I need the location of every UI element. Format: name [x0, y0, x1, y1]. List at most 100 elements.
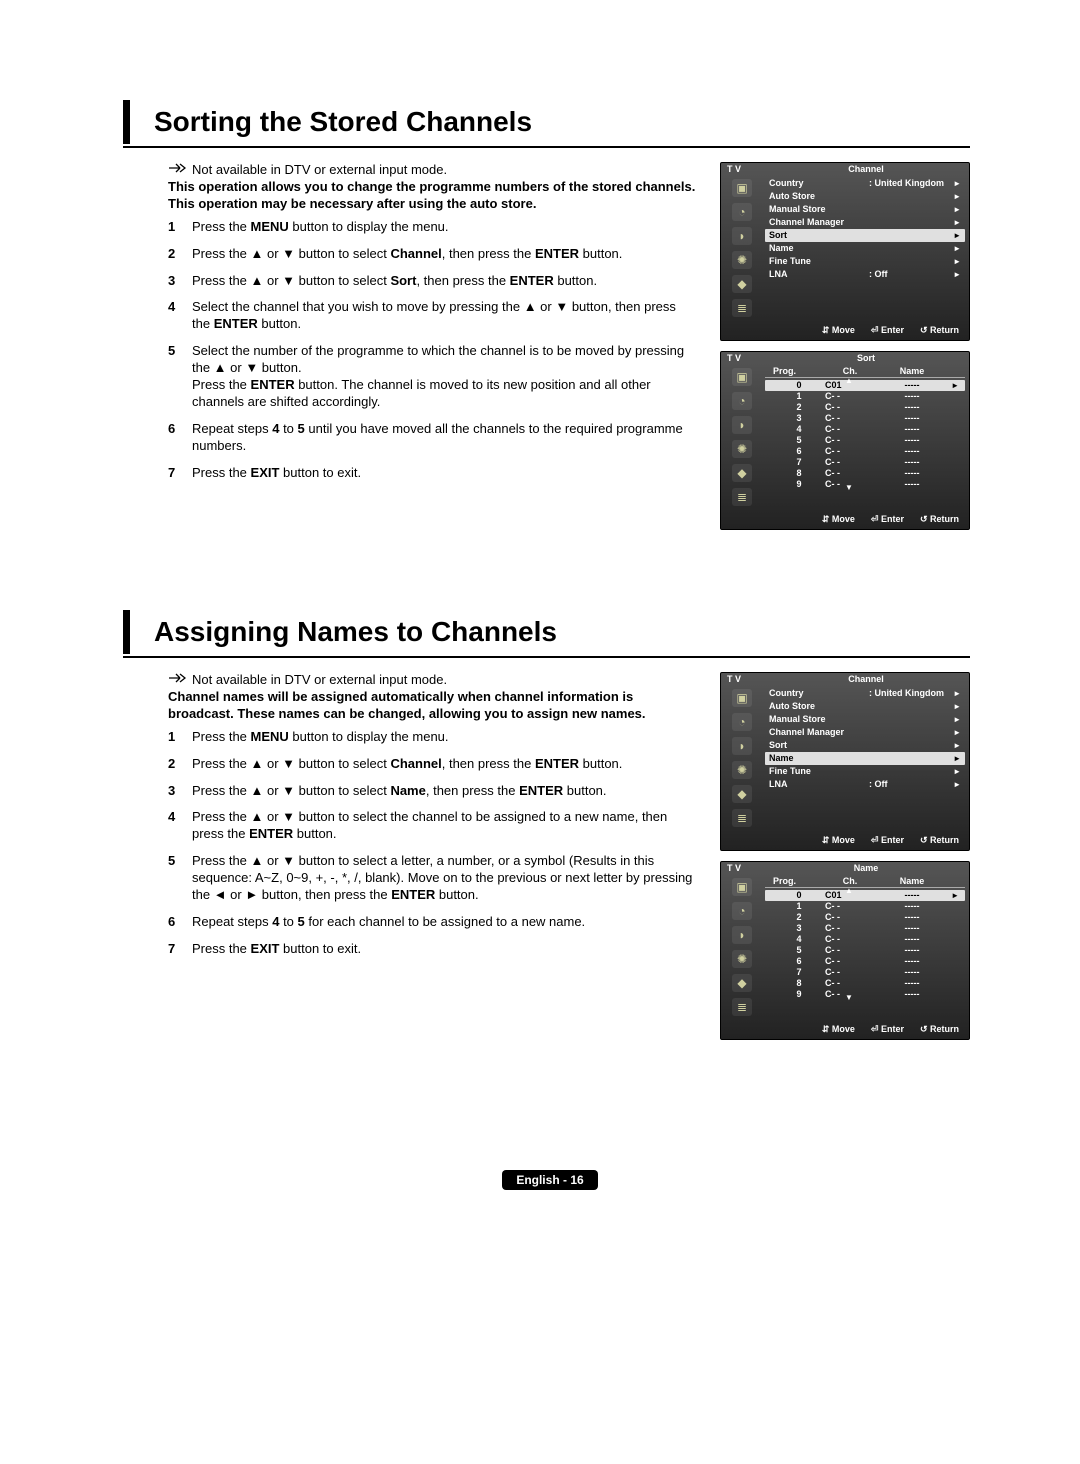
osd-side-icon: ◗: [732, 227, 752, 245]
osd-table: Prog.Ch.Name▲0C01-----►1C- ------2C- ---…: [763, 364, 969, 510]
osd-table-row[interactable]: 5C- ------: [765, 945, 965, 956]
chevron-right-icon: ►: [951, 242, 961, 255]
chevron-right-icon: ►: [951, 216, 961, 229]
step-item: Press the ▲ or ▼ button to select the ch…: [168, 809, 696, 843]
osd-table: Prog.Ch.Name▲0C01-----►1C- ------2C- ---…: [763, 874, 969, 1020]
osd-enter-hint: ⏎ Enter: [871, 835, 904, 846]
osd-return-hint: ↺ Return: [920, 325, 959, 336]
osd-side-icon: ▣: [732, 368, 752, 386]
osd-table-row[interactable]: 9C- ------: [765, 989, 965, 1000]
osd-menu-item[interactable]: Fine Tune►: [765, 765, 965, 778]
osd-table-row[interactable]: 2C- ------: [765, 402, 965, 413]
chevron-right-icon: ►: [951, 752, 961, 765]
section-intro: Channel names will be assigned automatic…: [168, 689, 696, 723]
osd-footer: ⇵ Move⏎ Enter↺ Return: [721, 831, 969, 850]
section-title-wrap: Sorting the Stored Channels: [123, 100, 970, 148]
osd-side-icon: ◆: [732, 464, 752, 482]
osd-move-hint: ⇵ Move: [822, 514, 855, 525]
osd-menu-list: Country: United Kingdom►Auto Store►Manua…: [763, 685, 969, 831]
osd-side-icon: ▣: [732, 179, 752, 197]
osd-table-row[interactable]: 3C- ------: [765, 413, 965, 424]
note-line: Not available in DTV or external input m…: [168, 162, 696, 177]
step-item: Press the ▲ or ▼ button to select Channe…: [168, 756, 696, 773]
osd-table-row[interactable]: 1C- ------: [765, 901, 965, 912]
osd-table-row[interactable]: 9C- ------: [765, 479, 965, 490]
osd-table-row[interactable]: 6C- ------: [765, 956, 965, 967]
osd-table-row[interactable]: 7C- ------: [765, 967, 965, 978]
osd-table-menu: T VSort▣◔◗✺◆≣Prog.Ch.Name▲0C01-----►1C- …: [720, 351, 970, 530]
osd-menu-label: LNA: [769, 268, 869, 281]
osd-table-row[interactable]: 1C- ------: [765, 391, 965, 402]
note-arrow-icon: [168, 672, 186, 684]
page-number: English - 16: [502, 1170, 597, 1190]
step-item: Press the MENU button to display the men…: [168, 219, 696, 236]
title-bar-icon: [123, 100, 130, 144]
osd-title: Channel: [763, 674, 969, 684]
step-item: Press the EXIT button to exit.: [168, 465, 696, 482]
osd-table-row[interactable]: 3C- ------: [765, 923, 965, 934]
osd-move-hint: ⇵ Move: [822, 325, 855, 336]
osd-menu-item[interactable]: Fine Tune►: [765, 255, 965, 268]
osd-tv-label: T V: [721, 863, 763, 873]
section-title-wrap: Assigning Names to Channels: [123, 610, 970, 658]
osd-menu-item[interactable]: Name►: [765, 752, 965, 765]
osd-side-icon: ◗: [732, 737, 752, 755]
title-bar-icon: [123, 610, 130, 654]
osd-menu-item[interactable]: LNA: Off►: [765, 268, 965, 281]
osd-table-row[interactable]: 0C01-----►: [765, 890, 965, 901]
osd-table-row[interactable]: 2C- ------: [765, 912, 965, 923]
osd-table-row[interactable]: 4C- ------: [765, 934, 965, 945]
osd-side-icon: ◗: [732, 926, 752, 944]
osd-menu-item[interactable]: Name►: [765, 242, 965, 255]
osd-menu-item[interactable]: Country: United Kingdom►: [765, 687, 965, 700]
osd-side-icon: ◆: [732, 785, 752, 803]
osd-menu-value: : United Kingdom: [869, 177, 951, 190]
osd-tv-label: T V: [721, 164, 763, 174]
osd-menu-item[interactable]: Auto Store►: [765, 190, 965, 203]
osd-table-row[interactable]: 0C01-----►: [765, 380, 965, 391]
chevron-right-icon: ►: [951, 190, 961, 203]
chevron-right-icon: ►: [951, 713, 961, 726]
osd-side-icon: ≣: [732, 998, 752, 1016]
step-item: Press the ▲ or ▼ button to select Name, …: [168, 783, 696, 800]
osd-channel-menu: T VChannel▣◔◗✺◆≣Country: United Kingdom►…: [720, 162, 970, 341]
osd-side-icons: ▣◔◗✺◆≣: [721, 175, 763, 321]
chevron-right-icon: ►: [951, 177, 961, 190]
osd-side-icons: ▣◔◗✺◆≣: [721, 874, 763, 1020]
osd-menu-item[interactable]: Sort►: [765, 739, 965, 752]
chevron-right-icon: ►: [951, 203, 961, 216]
osd-table-head: Prog.Ch.Name: [765, 876, 965, 887]
chevron-right-icon: ►: [951, 255, 961, 268]
osd-side-icon: ◔: [732, 902, 752, 920]
osd-menu-label: Manual Store: [769, 713, 869, 726]
osd-side-icon: ▣: [732, 878, 752, 896]
osd-table-row[interactable]: 5C- ------: [765, 435, 965, 446]
osd-footer: ⇵ Move⏎ Enter↺ Return: [721, 510, 969, 529]
osd-table-row[interactable]: 4C- ------: [765, 424, 965, 435]
osd-menu-item[interactable]: Channel Manager►: [765, 216, 965, 229]
osd-channel-menu: T VChannel▣◔◗✺◆≣Country: United Kingdom►…: [720, 672, 970, 851]
osd-footer: ⇵ Move⏎ Enter↺ Return: [721, 1020, 969, 1039]
osd-side-icon: ≣: [732, 299, 752, 317]
osd-menu-item[interactable]: Sort►: [765, 229, 965, 242]
step-item: Press the ▲ or ▼ button to select Sort, …: [168, 273, 696, 290]
osd-menu-item[interactable]: Manual Store►: [765, 203, 965, 216]
chevron-right-icon: ►: [951, 268, 961, 281]
osd-table-row[interactable]: 7C- ------: [765, 457, 965, 468]
osd-menu-item[interactable]: Country: United Kingdom►: [765, 177, 965, 190]
osd-side-icon: ✺: [732, 950, 752, 968]
osd-menu-label: Sort: [769, 739, 869, 752]
section-intro: This operation allows you to change the …: [168, 179, 696, 213]
osd-menu-item[interactable]: Manual Store ►: [765, 713, 965, 726]
osd-side-icon: ◆: [732, 275, 752, 293]
osd-menu-item[interactable]: LNA: Off►: [765, 778, 965, 791]
osd-table-row[interactable]: 6C- ------: [765, 446, 965, 457]
osd-menu-list: Country: United Kingdom►Auto Store►Manua…: [763, 175, 969, 321]
osd-menu-item[interactable]: Channel Manager►: [765, 726, 965, 739]
osd-menu-label: Country: [769, 687, 869, 700]
osd-menu-item[interactable]: Auto Store►: [765, 700, 965, 713]
osd-table-row[interactable]: 8C- ------: [765, 978, 965, 989]
osd-table-row[interactable]: 8C- ------: [765, 468, 965, 479]
note-line: Not available in DTV or external input m…: [168, 672, 696, 687]
step-item: Repeat steps 4 to 5 until you have moved…: [168, 421, 696, 455]
